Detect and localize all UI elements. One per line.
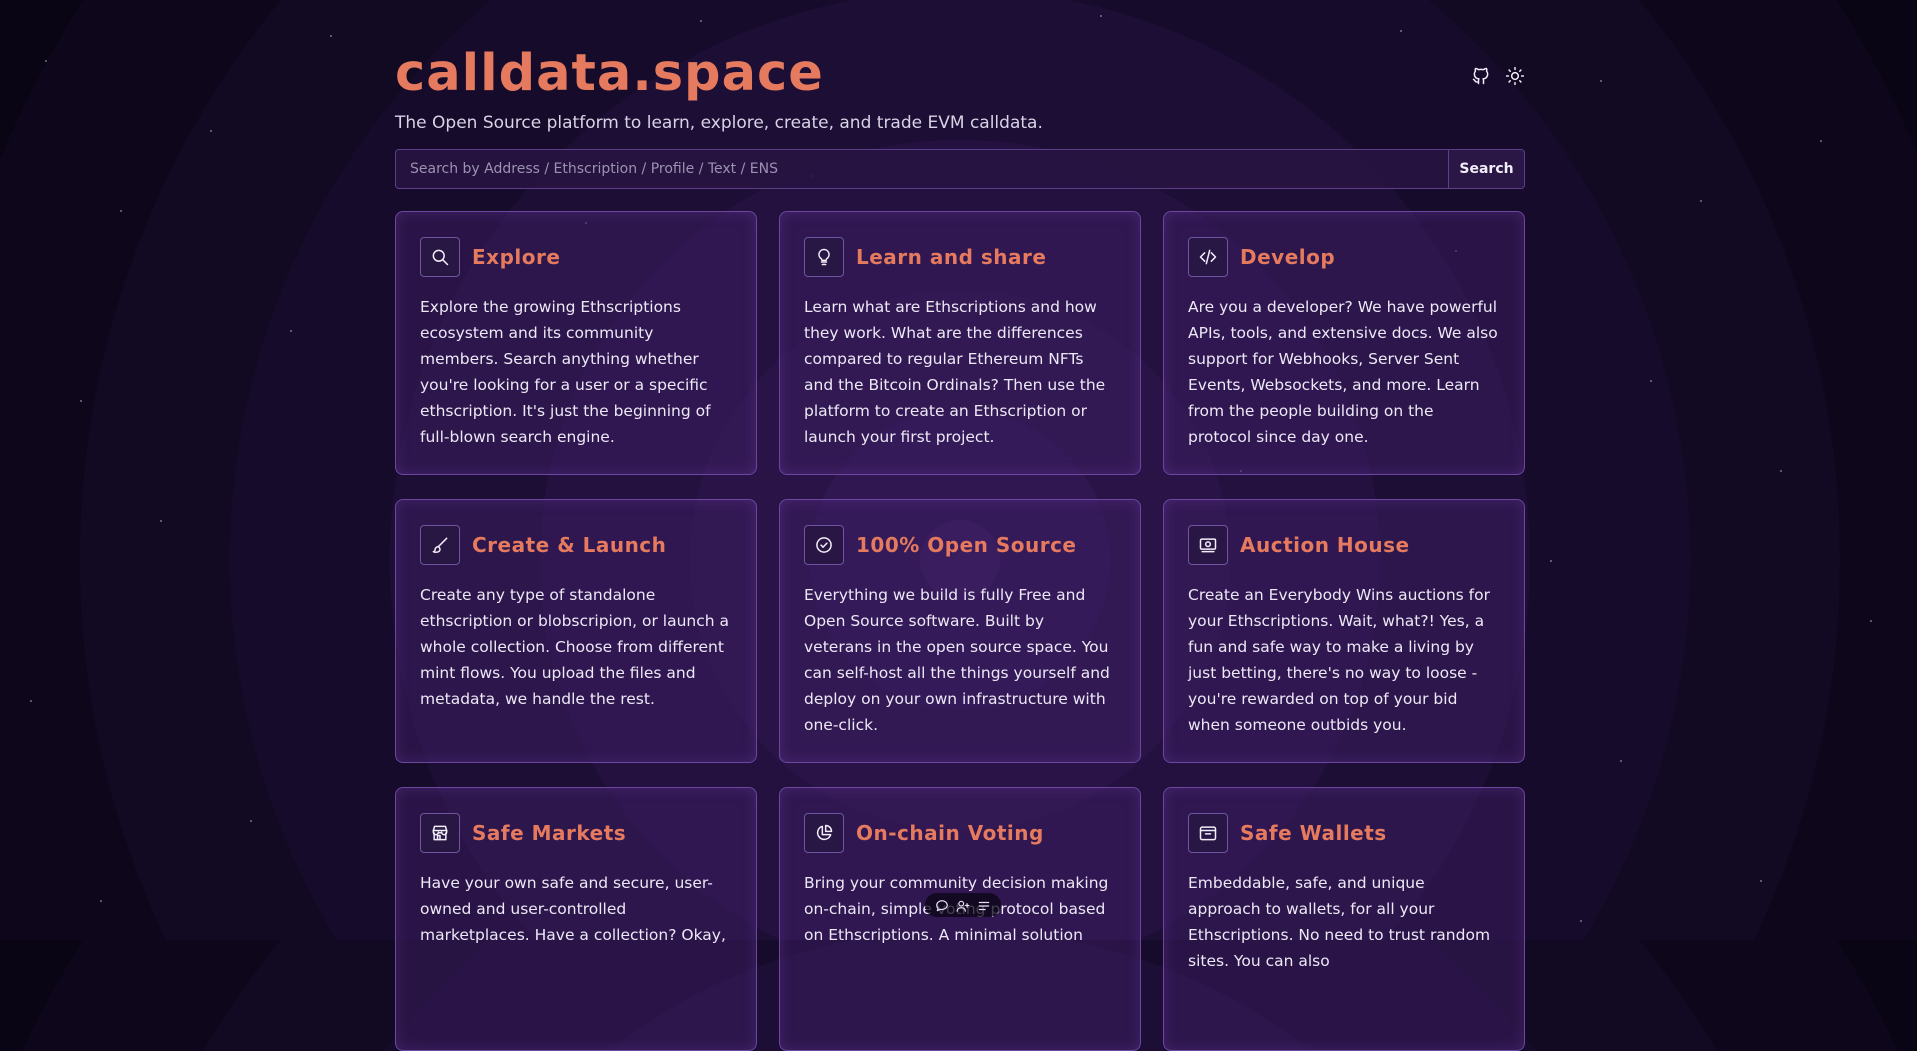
card-description: Everything we build is fully Free and Op… xyxy=(804,586,1110,734)
wallet-icon xyxy=(1188,813,1228,853)
feature-card-explore[interactable]: Explore Explore the growing Ethscription… xyxy=(395,211,757,475)
site-logo[interactable]: calldata.space xyxy=(395,48,824,99)
card-description: Explore the growing Ethscriptions ecosys… xyxy=(420,298,711,446)
badge-check-icon xyxy=(804,525,844,565)
search-icon xyxy=(420,237,460,277)
card-title: On-chain Voting xyxy=(856,821,1044,845)
feature-card-safe-wallets[interactable]: Safe Wallets Embeddable, safe, and uniqu… xyxy=(1163,787,1525,1051)
feature-card-create-launch[interactable]: Create & Launch Create any type of stand… xyxy=(395,499,757,763)
cash-icon xyxy=(1188,525,1228,565)
card-title: Explore xyxy=(472,245,561,269)
search-input[interactable] xyxy=(396,150,1448,188)
github-icon[interactable] xyxy=(1471,66,1491,86)
menu-icon[interactable] xyxy=(977,898,991,912)
card-description: Learn what are Ethscriptions and how the… xyxy=(804,298,1106,446)
card-title: Learn and share xyxy=(856,245,1047,269)
feature-card-develop[interactable]: Develop Are you a developer? We have pow… xyxy=(1163,211,1525,475)
code-icon xyxy=(1188,237,1228,277)
card-title: Safe Wallets xyxy=(1240,821,1387,845)
search-button[interactable]: Search xyxy=(1448,150,1524,188)
card-description: Are you a developer? We have powerful AP… xyxy=(1188,298,1498,446)
card-description: Create an Everybody Wins auctions for yo… xyxy=(1188,586,1490,734)
store-icon xyxy=(420,813,460,853)
feature-card-safe-markets[interactable]: Safe Markets Have your own safe and secu… xyxy=(395,787,757,1051)
brush-icon xyxy=(420,525,460,565)
card-description: Create any type of standalone ethscripti… xyxy=(420,586,730,708)
tagline: The Open Source platform to learn, explo… xyxy=(395,113,1043,133)
comment-icon[interactable] xyxy=(935,898,949,912)
floating-toolbar xyxy=(925,893,1001,917)
feature-card-auction-house[interactable]: Auction House Create an Everybody Wins a… xyxy=(1163,499,1525,763)
search-bar: Search xyxy=(395,149,1525,189)
header-actions xyxy=(1471,66,1525,86)
feature-card-open-source[interactable]: 100% Open Source Everything we build is … xyxy=(779,499,1141,763)
card-title: 100% Open Source xyxy=(856,533,1077,557)
lightbulb-icon xyxy=(804,237,844,277)
card-title: Auction House xyxy=(1240,533,1410,557)
card-title: Create & Launch xyxy=(472,533,667,557)
feature-grid: Explore Explore the growing Ethscription… xyxy=(395,211,1525,1051)
card-description: Have your own safe and secure, user-owne… xyxy=(420,874,726,944)
feature-card-onchain-voting[interactable]: On-chain Voting Bring your community dec… xyxy=(779,787,1141,1051)
user-add-icon[interactable] xyxy=(956,898,970,912)
feature-card-learn-and-share[interactable]: Learn and share Learn what are Ethscript… xyxy=(779,211,1141,475)
sun-icon[interactable] xyxy=(1505,66,1525,86)
card-title: Develop xyxy=(1240,245,1336,269)
card-title: Safe Markets xyxy=(472,821,627,845)
card-description: Embeddable, safe, and unique approach to… xyxy=(1188,874,1491,970)
pie-chart-icon xyxy=(804,813,844,853)
